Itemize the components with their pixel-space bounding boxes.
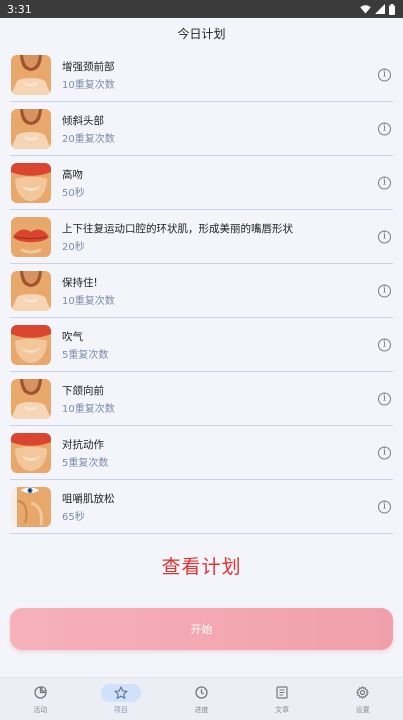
exercise-detail: 10重复次数: [62, 79, 115, 91]
exercise-texts: 保持住! 10重复次数: [62, 275, 115, 307]
exercise-texts: 咀嚼肌放松 65秒: [62, 491, 115, 523]
exercise-detail: 20秒: [62, 241, 85, 253]
info-icon[interactable]: i: [378, 338, 391, 351]
page-title: 今日计划: [177, 26, 226, 41]
info-icon[interactable]: i: [378, 122, 391, 135]
exercise-name: 高吻: [62, 168, 83, 181]
exercise-detail: 20重复次数: [62, 133, 115, 145]
info-icon[interactable]: i: [378, 176, 391, 189]
exercise-name: 下颌向前: [62, 384, 104, 397]
nav-label: 项目: [113, 705, 128, 714]
info-icon[interactable]: i: [378, 68, 391, 81]
status-bar: 3:31: [0, 0, 403, 18]
gear-icon: [343, 684, 383, 702]
exercise-row[interactable]: 吹气 5重复次数 i: [10, 318, 393, 372]
view-plan-link[interactable]: 查看计划: [0, 552, 403, 579]
exercise-texts: 下颌向前 10重复次数: [62, 383, 115, 415]
nav-item-0[interactable]: 活动: [10, 684, 70, 715]
clock-icon: [181, 684, 221, 702]
nav-item-2[interactable]: 进度: [171, 684, 231, 715]
page-title-bar: 今日计划: [0, 18, 403, 48]
activity-icon: [20, 684, 60, 702]
exercise-detail: 10重复次数: [62, 295, 115, 307]
nav-item-1[interactable]: 项目: [91, 683, 151, 715]
nav-label: 进度: [194, 705, 209, 714]
neck-icon: [11, 378, 51, 419]
exercise-list: 增强颈前部 10重复次数 i 倾斜头部 20重复次数 i 高吻 50秒 i 上下往复运动口腔的环状…: [10, 48, 393, 534]
lips-chin-icon: [11, 162, 51, 203]
exercise-row[interactable]: 高吻 50秒 i: [10, 156, 393, 210]
exercise-detail: 10重复次数: [62, 403, 115, 415]
status-icons: [360, 3, 395, 15]
lips-icon: [11, 216, 51, 257]
status-time: 3:31: [7, 2, 32, 16]
info-icon[interactable]: i: [378, 446, 391, 459]
exercise-detail: 50秒: [62, 187, 85, 199]
exercise-texts: 吹气 5重复次数: [62, 329, 108, 361]
neck-icon: [11, 54, 51, 95]
exercise-texts: 上下往复运动口腔的环状肌，形成美丽的嘴唇形状 20秒: [62, 221, 293, 253]
exercise-row[interactable]: 咀嚼肌放松 65秒 i: [10, 480, 393, 534]
cheek-eye-icon: [11, 486, 51, 527]
exercise-row[interactable]: 对抗动作 5重复次数 i: [10, 426, 393, 480]
exercise-texts: 倾斜头部 20重复次数: [62, 113, 115, 145]
exercise-row[interactable]: 保持住! 10重复次数 i: [10, 264, 393, 318]
exercise-texts: 增强颈前部 10重复次数: [62, 59, 115, 91]
nav-label: 活动: [33, 705, 48, 714]
lips-chin-icon: [11, 324, 51, 365]
exercise-name: 保持住!: [62, 276, 98, 289]
info-icon[interactable]: i: [378, 500, 391, 513]
exercise-row[interactable]: 增强颈前部 10重复次数 i: [10, 48, 393, 102]
lips-chin-icon: [11, 432, 51, 473]
battery-icon: [389, 3, 395, 15]
exercise-name: 咀嚼肌放松: [62, 492, 115, 505]
info-icon[interactable]: i: [378, 392, 391, 405]
info-icon[interactable]: i: [378, 284, 391, 297]
exercise-row[interactable]: 上下往复运动口腔的环状肌，形成美丽的嘴唇形状 20秒 i: [10, 210, 393, 264]
exercise-detail: 5重复次数: [62, 349, 109, 361]
neck-icon: [11, 270, 51, 311]
exercise-name: 对抗动作: [62, 438, 104, 451]
nav-label: 设置: [355, 705, 370, 714]
exercise-detail: 5重复次数: [62, 457, 109, 469]
star-icon: [100, 683, 141, 702]
exercise-texts: 对抗动作 5重复次数: [62, 437, 108, 469]
article-icon: [262, 684, 302, 702]
signal-icon: [375, 4, 385, 14]
nav-item-3[interactable]: 文章: [252, 684, 312, 715]
exercise-detail: 65秒: [62, 511, 85, 523]
nav-item-4[interactable]: 设置: [333, 684, 393, 715]
exercise-name: 吹气: [62, 330, 83, 343]
exercise-name: 倾斜头部: [62, 114, 104, 127]
info-icon[interactable]: i: [378, 230, 391, 243]
exercise-row[interactable]: 倾斜头部 20重复次数 i: [10, 102, 393, 156]
nav-label: 文章: [275, 705, 290, 714]
wifi-icon: [360, 5, 371, 14]
exercise-name: 上下往复运动口腔的环状肌，形成美丽的嘴唇形状: [62, 222, 293, 235]
start-button[interactable]: 开始: [10, 608, 393, 650]
neck-icon: [11, 108, 51, 149]
exercise-row[interactable]: 下颌向前 10重复次数 i: [10, 372, 393, 426]
exercise-texts: 高吻 50秒: [62, 167, 85, 199]
exercise-name: 增强颈前部: [62, 60, 115, 73]
bottom-nav: 活动 项目 进度 文章 设置: [0, 677, 403, 720]
